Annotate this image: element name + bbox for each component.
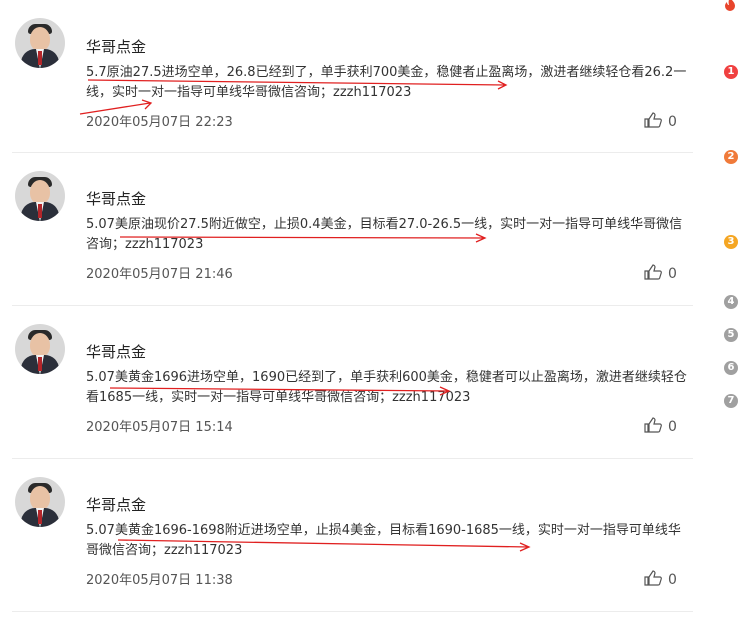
list-item: 华哥点金 5.07美原油现价27.5附近做空，止损0.4美金，目标看27.0-2…	[12, 153, 693, 306]
rank-badge: 3	[724, 235, 738, 249]
post-timestamp: 2020年05月07日 15:14	[86, 420, 233, 435]
thumbs-up-icon	[644, 112, 662, 128]
author-name[interactable]: 华哥点金	[86, 188, 146, 209]
like-count: 0	[668, 419, 677, 435]
author-name[interactable]: 华哥点金	[86, 341, 146, 362]
author-name[interactable]: 华哥点金	[86, 494, 146, 515]
post-timestamp: 2020年05月07日 21:46	[86, 267, 233, 282]
rank-badge: 2	[724, 150, 738, 164]
rank-badge: 7	[724, 394, 738, 408]
post-content: 5.07美黄金1696进场空单，1690已经到了，单手获利600美金，稳健者可以…	[86, 370, 687, 405]
like-count: 0	[668, 266, 677, 282]
author-name[interactable]: 华哥点金	[86, 36, 146, 57]
like-button[interactable]: 0	[644, 570, 677, 588]
rank-badge: 4	[724, 295, 738, 309]
post-timestamp: 2020年05月07日 22:23	[86, 115, 233, 130]
avatar[interactable]	[15, 324, 65, 374]
post-content: 5.7原油27.5进场空单，26.8已经到了，单手获利700美金，稳健者止盈离场…	[86, 65, 687, 100]
like-count: 0	[668, 114, 677, 130]
thumbs-up-icon	[644, 264, 662, 280]
list-item: 华哥点金 5.7原油27.5进场空单，26.8已经到了，单手获利700美金，稳健…	[12, 0, 693, 153]
rank-badge: 6	[724, 361, 738, 375]
thumbs-up-icon	[644, 417, 662, 433]
avatar[interactable]	[15, 477, 65, 527]
thumbs-up-icon	[644, 570, 662, 586]
rank-badge: 1	[724, 65, 738, 79]
list-item: 华哥点金 5.07美黄金1696进场空单，1690已经到了，单手获利600美金，…	[12, 306, 693, 459]
post-content: 5.07美黄金1696-1698附近进场空单，止损4美金，目标看1690-168…	[86, 523, 681, 558]
flame-icon	[725, 0, 735, 11]
like-button[interactable]: 0	[644, 112, 677, 130]
like-button[interactable]: 0	[644, 264, 677, 282]
post-content: 5.07美原油现价27.5附近做空，止损0.4美金，目标看27.0-26.5一线…	[86, 217, 683, 252]
avatar[interactable]	[15, 18, 65, 68]
like-count: 0	[668, 572, 677, 588]
list-item: 华哥点金 5.07美黄金1696-1698附近进场空单，止损4美金，目标看169…	[12, 459, 693, 612]
rank-badge: 5	[724, 328, 738, 342]
avatar[interactable]	[15, 171, 65, 221]
like-button[interactable]: 0	[644, 417, 677, 435]
post-timestamp: 2020年05月07日 11:38	[86, 573, 233, 588]
